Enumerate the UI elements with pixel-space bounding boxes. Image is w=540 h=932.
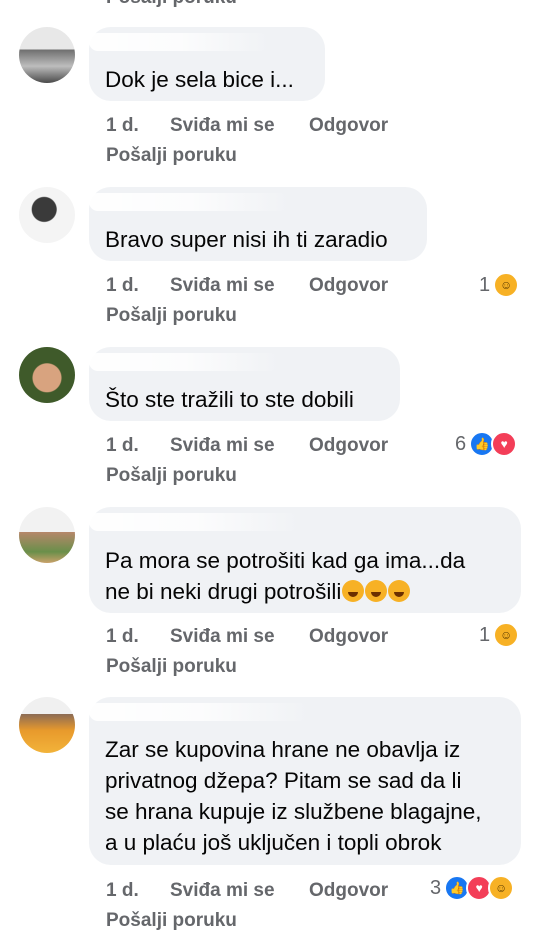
send-message-link-cut[interactable]: Pošalji poruku bbox=[106, 0, 237, 9]
like-button[interactable]: Sviđa mi se bbox=[170, 275, 275, 297]
author-name-redacted bbox=[89, 513, 299, 531]
reaction-count: 3 bbox=[430, 876, 442, 899]
comment-time[interactable]: 1 d. bbox=[106, 880, 139, 902]
like-button[interactable]: Sviđa mi se bbox=[170, 435, 275, 457]
comment-text: Bravo super nisi ih ti zaradio bbox=[105, 227, 388, 252]
comment-text: Što ste tražili to ste dobili bbox=[105, 387, 354, 412]
reaction-count: 1 bbox=[479, 623, 491, 646]
author-name-redacted bbox=[89, 703, 309, 721]
avatar[interactable] bbox=[19, 697, 75, 753]
author-name-redacted bbox=[89, 353, 279, 371]
like-button[interactable]: Sviđa mi se bbox=[170, 880, 275, 902]
send-message-link[interactable]: Pošalji poruku bbox=[106, 145, 237, 167]
reaction-count: 1 bbox=[479, 273, 491, 296]
reaction-count: 6 bbox=[455, 432, 467, 455]
comment-time[interactable]: 1 d. bbox=[106, 435, 139, 457]
comment-time[interactable]: 1 d. bbox=[106, 626, 139, 648]
comment-time[interactable]: 1 d. bbox=[106, 275, 139, 297]
comment-text: Dok je sela bice i... bbox=[105, 67, 294, 92]
send-message-link[interactable]: Pošalji poruku bbox=[106, 465, 237, 487]
reaction-summary[interactable]: 6 👍 ♥ bbox=[455, 430, 518, 458]
author-name-redacted bbox=[89, 193, 289, 211]
haha-icon: ☺ bbox=[493, 272, 520, 298]
reply-button[interactable]: Odgovor bbox=[309, 275, 388, 297]
rofl-emoji-icon bbox=[365, 580, 388, 602]
comment-bubble: Dok je sela bice i... bbox=[89, 27, 325, 101]
comment-bubble: Zar se kupovina hrane ne obavlja iz priv… bbox=[89, 697, 521, 865]
rofl-emoji-icon bbox=[388, 580, 411, 602]
avatar[interactable] bbox=[19, 507, 75, 563]
comment-bubble: Pa mora se potrošiti kad ga ima...da ne … bbox=[89, 507, 521, 613]
haha-icon: ☺ bbox=[493, 622, 520, 648]
comment-text: Zar se kupovina hrane ne obavlja iz priv… bbox=[105, 737, 482, 855]
like-button[interactable]: Sviđa mi se bbox=[170, 115, 275, 137]
avatar[interactable] bbox=[19, 187, 75, 243]
reaction-summary[interactable]: 1 ☺ bbox=[479, 271, 520, 299]
reply-button[interactable]: Odgovor bbox=[309, 435, 388, 457]
love-icon: ♥ bbox=[491, 431, 518, 457]
avatar[interactable] bbox=[19, 347, 75, 403]
author-name-redacted bbox=[89, 33, 269, 51]
reaction-summary[interactable]: 1 ☺ bbox=[479, 621, 520, 649]
haha-icon: ☺ bbox=[488, 875, 515, 901]
comment-bubble: Bravo super nisi ih ti zaradio bbox=[89, 187, 427, 261]
send-message-link[interactable]: Pošalji poruku bbox=[106, 305, 237, 327]
comment-bubble: Što ste tražili to ste dobili bbox=[89, 347, 400, 421]
reply-button[interactable]: Odgovor bbox=[309, 626, 388, 648]
comment-time[interactable]: 1 d. bbox=[106, 115, 139, 137]
reply-button[interactable]: Odgovor bbox=[309, 115, 388, 137]
send-message-link[interactable]: Pošalji poruku bbox=[106, 910, 237, 932]
comment-text-body: Pa mora se potrošiti kad ga ima...da ne … bbox=[105, 548, 466, 604]
comment-text: Pa mora se potrošiti kad ga ima...da ne … bbox=[105, 545, 507, 607]
rofl-emoji-icon bbox=[342, 580, 365, 602]
like-button[interactable]: Sviđa mi se bbox=[170, 626, 275, 648]
avatar[interactable] bbox=[19, 27, 75, 83]
reply-button[interactable]: Odgovor bbox=[309, 880, 388, 902]
send-message-link[interactable]: Pošalji poruku bbox=[106, 656, 237, 678]
reaction-summary[interactable]: 3 👍 ♥ ☺ bbox=[430, 874, 515, 902]
